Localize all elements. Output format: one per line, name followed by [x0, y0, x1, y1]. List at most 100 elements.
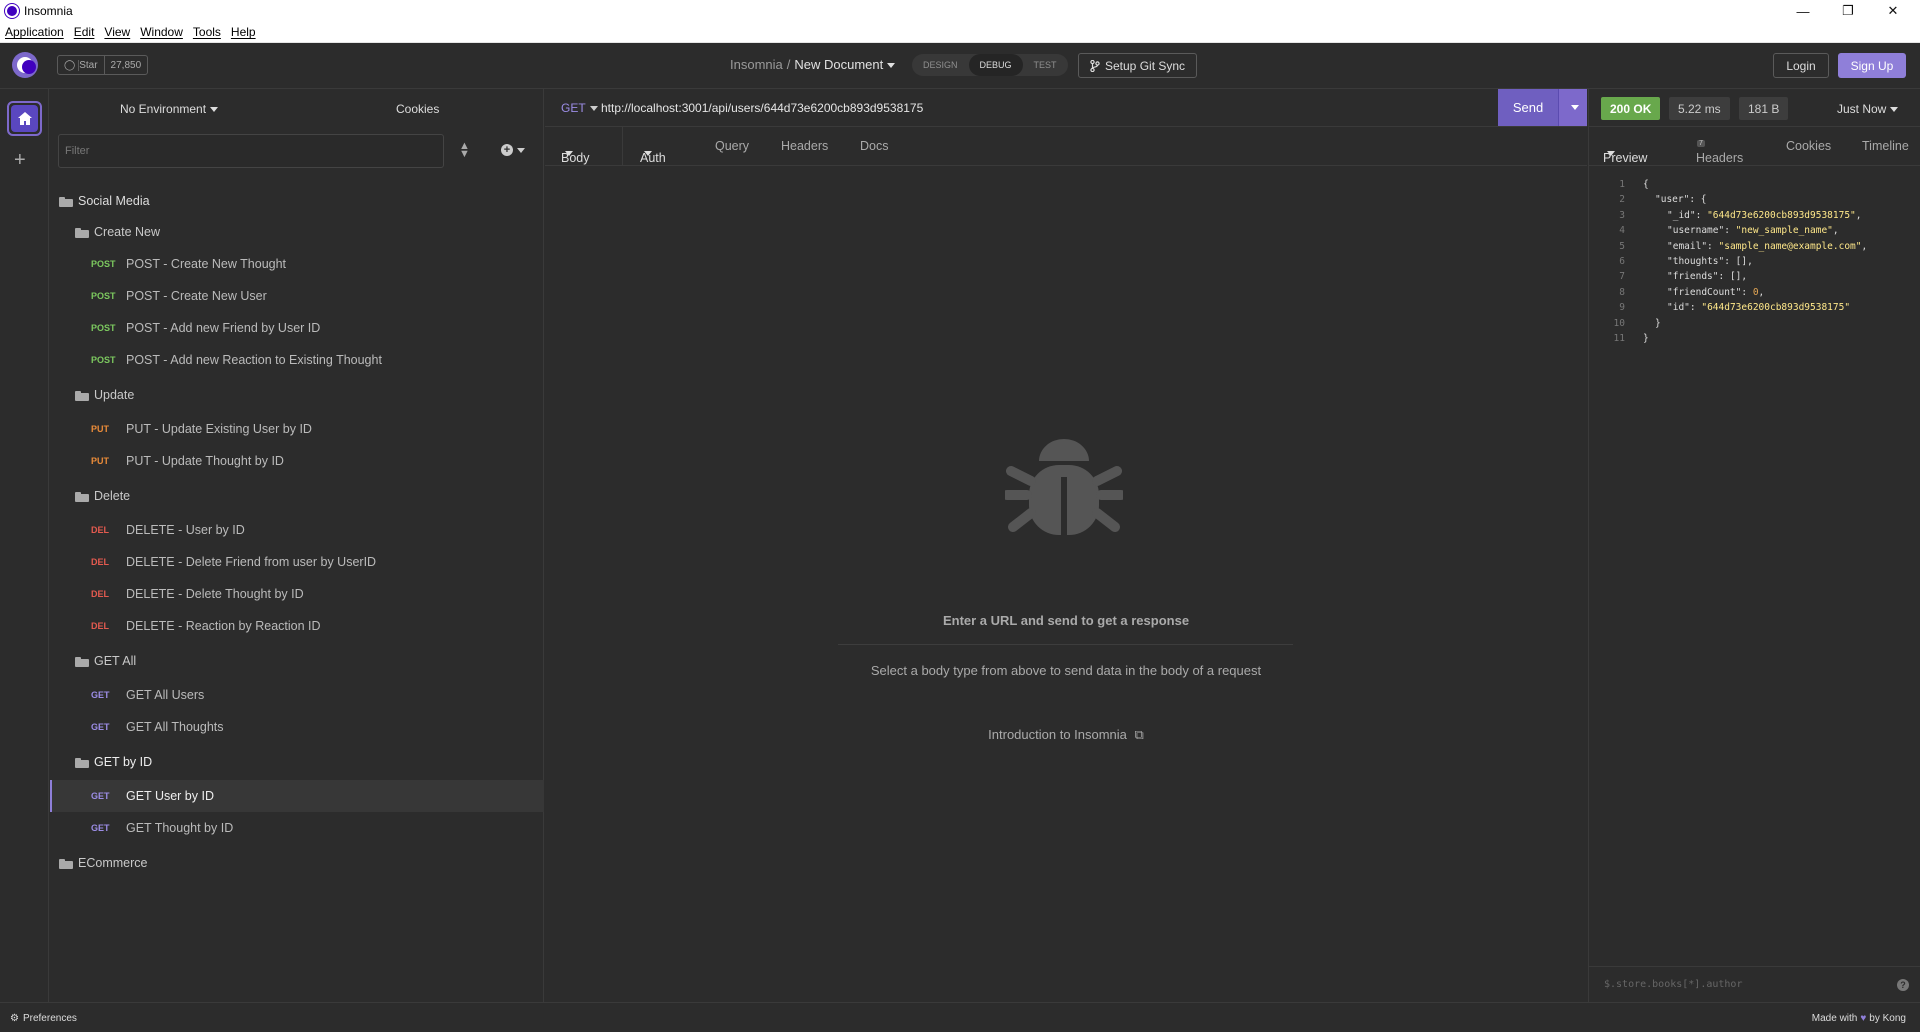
request-item-selected[interactable]: GET GET User by ID [50, 780, 544, 812]
made-with-kong[interactable]: Made with ♥ by Kong [1812, 1013, 1906, 1024]
home-button[interactable] [7, 101, 42, 136]
cookies-button[interactable]: Cookies [396, 102, 439, 116]
preferences-button[interactable]: ⚙ Preferences [10, 1013, 77, 1024]
tab-cookies[interactable]: Cookies [1786, 139, 1831, 153]
response-filter-input[interactable]: $.store.books[*].author ? [1589, 966, 1920, 1002]
line-number: 11 [1613, 333, 1625, 344]
request-item[interactable]: POST POST - Add new Reaction to Existing … [50, 344, 544, 376]
response-status-bar: 200 OK 5.22 ms 181 B Just Now [1589, 89, 1920, 127]
minimize-button[interactable]: — [1781, 0, 1825, 22]
add-workspace-icon[interactable]: + [14, 150, 26, 170]
folder-icon [59, 858, 73, 869]
menu-help[interactable]: Help [226, 25, 261, 39]
folder-delete[interactable]: Delete [50, 480, 544, 512]
request-name: DELETE - Delete Thought by ID [126, 587, 304, 601]
menu-view[interactable]: View [99, 25, 135, 39]
workspace-ecommerce[interactable]: ECommerce [50, 847, 544, 879]
folder-name: Update [94, 388, 135, 402]
folder-update[interactable]: Update [50, 379, 544, 411]
request-name: DELETE - Delete Friend from user by User… [126, 555, 377, 569]
url-input[interactable]: http://localhost:3001/api/users/644d73e6… [601, 101, 923, 115]
folder-get-by-id[interactable]: GET by ID [50, 746, 544, 778]
git-sync-button[interactable]: Setup Git Sync [1078, 53, 1198, 78]
line-number: 2 [1619, 194, 1625, 206]
document-dropdown[interactable]: New Document [794, 57, 896, 72]
menu-application[interactable]: Application [0, 25, 69, 39]
request-item[interactable]: POST POST - Add new Friend by User ID [50, 312, 544, 344]
environment-dropdown[interactable]: No Environment [120, 102, 219, 116]
send-options-button[interactable] [1558, 89, 1587, 126]
method-badge: GET [91, 791, 110, 801]
method-dropdown[interactable]: GET [561, 101, 601, 115]
history-dropdown[interactable]: Just Now [1837, 102, 1899, 116]
mode-design[interactable]: DESIGN [912, 54, 969, 76]
request-item[interactable]: POST POST - Create New Thought [50, 248, 544, 280]
request-item[interactable]: DEL DELETE - Reaction by Reaction ID [50, 610, 544, 642]
signup-button[interactable]: Sign Up [1838, 53, 1906, 78]
mode-debug[interactable]: DEBUG [968, 54, 1023, 76]
request-item[interactable]: POST POST - Create New User [50, 280, 544, 312]
line-number: 6 [1619, 256, 1625, 267]
tab-query[interactable]: Query [715, 139, 749, 153]
request-item[interactable]: DEL DELETE - Delete Friend from user by U… [50, 546, 544, 578]
send-button-group: Send [1498, 89, 1587, 126]
json-array: [] [1735, 256, 1748, 267]
request-name: GET User by ID [126, 789, 214, 803]
app-header: ◯ Star 27,850 Insomnia / New Document DES… [0, 43, 1920, 89]
github-star-button[interactable]: ◯ Star 27,850 [57, 55, 149, 75]
sidebar: No Environment Cookies Filter ▲ ▼ + Socia… [50, 89, 544, 1002]
help-icon[interactable]: ? [1897, 979, 1909, 991]
breadcrumb-root[interactable]: Insomnia [730, 57, 783, 72]
restore-button[interactable]: ❐ [1826, 0, 1870, 22]
request-item[interactable]: PUT PUT - Update Existing User by ID [50, 413, 544, 445]
mode-test[interactable]: TEST [1023, 54, 1068, 76]
tab-docs[interactable]: Docs [860, 139, 888, 153]
method-badge: POST [91, 259, 116, 269]
document-name: New Document [794, 57, 884, 72]
sort-icon[interactable]: ▲ ▼ [459, 141, 470, 160]
mode-switcher: DESIGN DEBUG TEST [912, 54, 1068, 76]
code-line: "username": "new_sample_name", [1667, 225, 1839, 237]
method-badge: POST [91, 355, 116, 365]
status-badge: 200 OK [1601, 97, 1661, 120]
folder-icon [75, 656, 89, 667]
menu-edit[interactable]: Edit [69, 25, 100, 39]
request-item[interactable]: DEL DELETE - Delete Thought by ID [50, 578, 544, 610]
json-brace: : { [1689, 194, 1707, 206]
send-button[interactable]: Send [1498, 89, 1558, 126]
folder-create-new[interactable]: Create New [50, 216, 544, 248]
request-item[interactable]: DEL DELETE - User by ID [50, 514, 544, 546]
menu-bar: Application Edit View Window Tools Help [0, 22, 1920, 43]
tab-timeline[interactable]: Timeline [1862, 139, 1909, 153]
response-time: 5.22 ms [1669, 97, 1730, 120]
code-line: } [1643, 331, 1649, 346]
request-item[interactable]: GET GET Thought by ID [50, 812, 544, 844]
tab-response-headers[interactable]: Headers 7 [1696, 139, 1743, 165]
login-button[interactable]: Login [1773, 53, 1829, 78]
menu-tools[interactable]: Tools [188, 25, 226, 39]
intro-link[interactable]: Introduction to Insomnia ⧉ [545, 727, 1587, 743]
workspace-name: Social Media [78, 194, 150, 208]
request-item[interactable]: GET GET All Thoughts [50, 711, 544, 743]
close-button[interactable]: ✕ [1871, 0, 1915, 22]
preferences-label: Preferences [22, 1013, 77, 1024]
bug-icon [1005, 439, 1123, 539]
request-item[interactable]: GET GET All Users [50, 679, 544, 711]
folder-get-all[interactable]: GET All [50, 645, 544, 677]
request-name: GET Thought by ID [126, 821, 234, 835]
menu-window[interactable]: Window [135, 25, 188, 39]
response-pane: 200 OK 5.22 ms 181 B Just Now Preview He… [1588, 89, 1920, 1002]
request-item[interactable]: PUT PUT - Update Thought by ID [50, 445, 544, 477]
json-brace: } [1655, 317, 1661, 329]
chevron-down-icon [589, 105, 598, 111]
request-name: POST - Create New Thought [126, 257, 287, 271]
add-request-dropdown[interactable]: + [501, 144, 525, 156]
tab-headers[interactable]: Headers [781, 139, 828, 153]
filter-input[interactable]: Filter [58, 134, 444, 168]
app-logo-icon[interactable] [12, 52, 38, 78]
request-name: POST - Add new Reaction to Existing Thou… [126, 353, 382, 367]
github-icon: ◯ [64, 59, 76, 71]
method-badge: PUT [91, 456, 109, 466]
workspace-social-media[interactable]: Social Media [50, 185, 544, 217]
request-name: POST - Create New User [126, 289, 267, 303]
